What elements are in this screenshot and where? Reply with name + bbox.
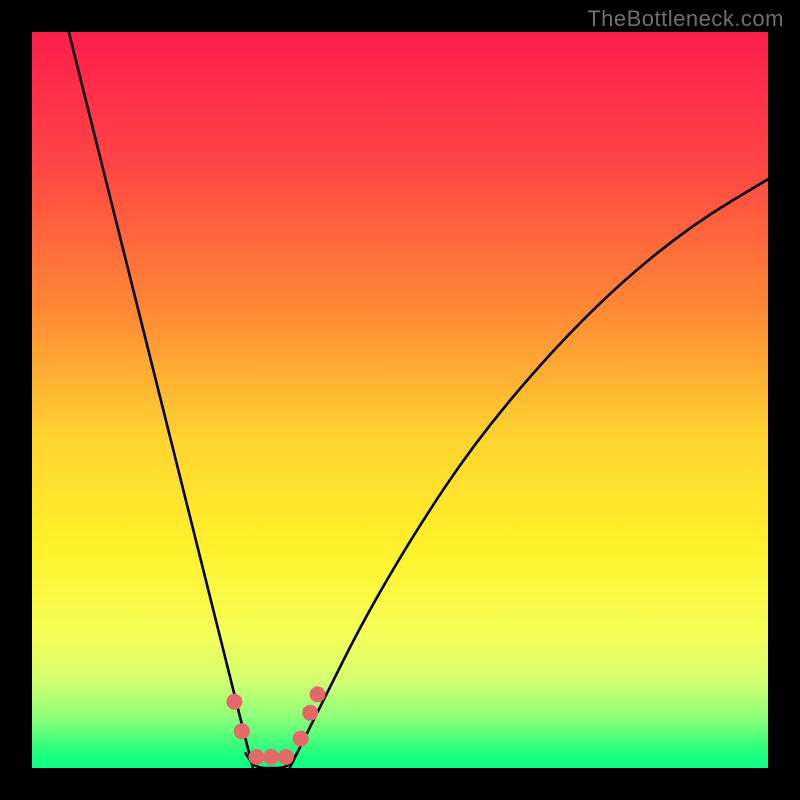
data-marker [263,749,279,765]
data-marker [302,705,318,721]
bottleneck-chart [0,0,800,800]
data-marker [278,749,294,765]
data-marker [226,694,242,710]
data-marker [293,731,309,747]
data-marker [310,686,326,702]
watermark-text: TheBottleneck.com [587,6,784,32]
plot-background [32,32,768,768]
data-marker [234,723,250,739]
data-marker [248,749,264,765]
